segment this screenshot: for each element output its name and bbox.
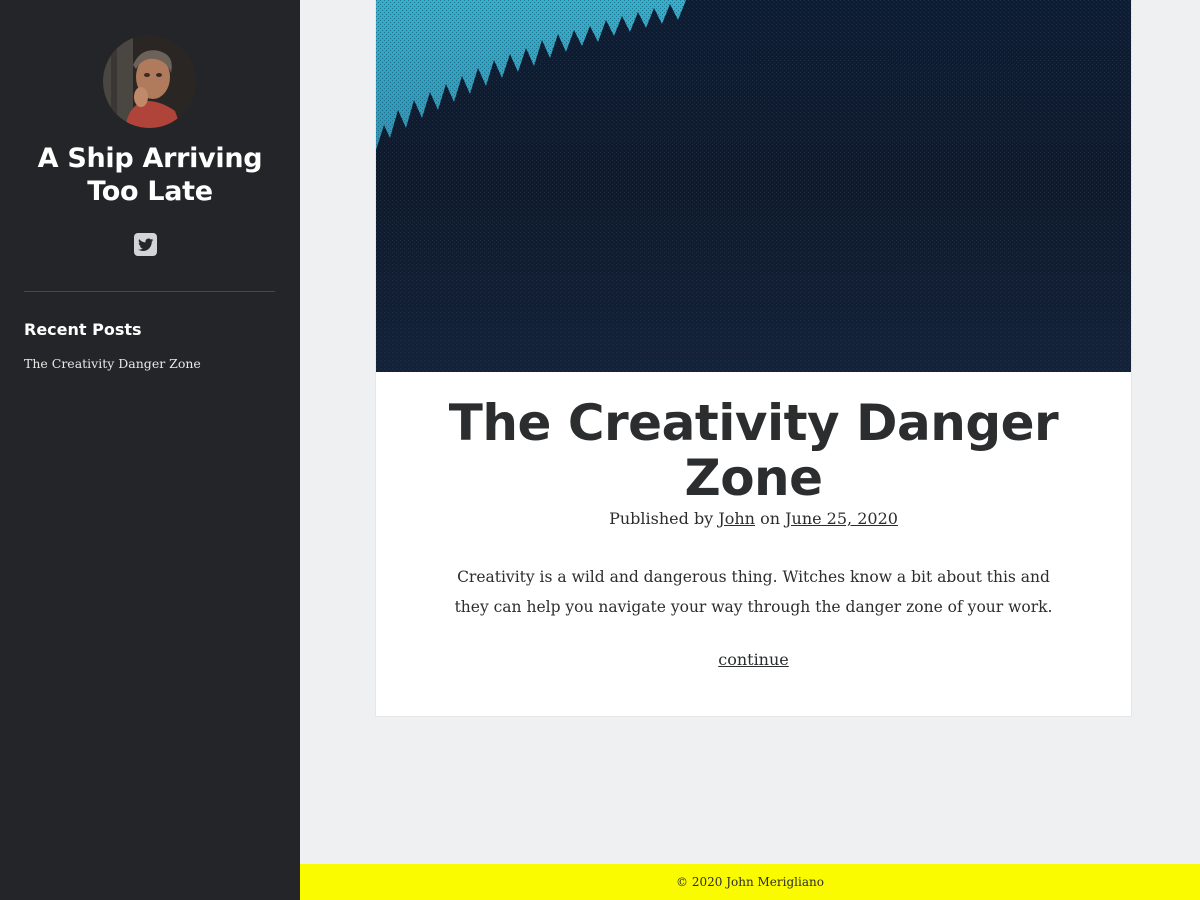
- date-link[interactable]: June 25, 2020: [785, 509, 898, 528]
- continue-link[interactable]: continue: [718, 650, 789, 669]
- post-card: The Creativity Danger Zone Published by …: [375, 0, 1132, 717]
- meta-prefix: Published by: [609, 509, 714, 528]
- featured-image[interactable]: [376, 0, 1131, 372]
- avatar-photo: [103, 35, 196, 128]
- continue-wrapper: continue: [376, 650, 1131, 669]
- post-meta: Published by John on June 25, 2020: [376, 509, 1131, 528]
- meta-connector: on: [760, 509, 780, 528]
- post-title[interactable]: The Creativity Danger Zone: [396, 396, 1111, 506]
- recent-posts-heading: Recent Posts: [24, 320, 142, 339]
- twitter-icon: [137, 238, 153, 251]
- site-footer: © 2020 John Merigliano: [300, 864, 1200, 900]
- sidebar: A Ship Arriving Too Late Recent Posts Th…: [0, 0, 300, 900]
- recent-post-link[interactable]: The Creativity Danger Zone: [24, 356, 201, 371]
- sidebar-divider: [24, 291, 275, 292]
- author-link[interactable]: John: [718, 509, 755, 528]
- author-avatar[interactable]: [103, 35, 196, 128]
- featured-painting: [376, 0, 1131, 372]
- twitter-link[interactable]: [134, 233, 157, 256]
- post-excerpt: Creativity is a wild and dangerous thing…: [454, 568, 1053, 616]
- footer-copyright: © 2020 John Merigliano: [676, 875, 824, 889]
- site-title[interactable]: A Ship Arriving Too Late: [20, 142, 280, 208]
